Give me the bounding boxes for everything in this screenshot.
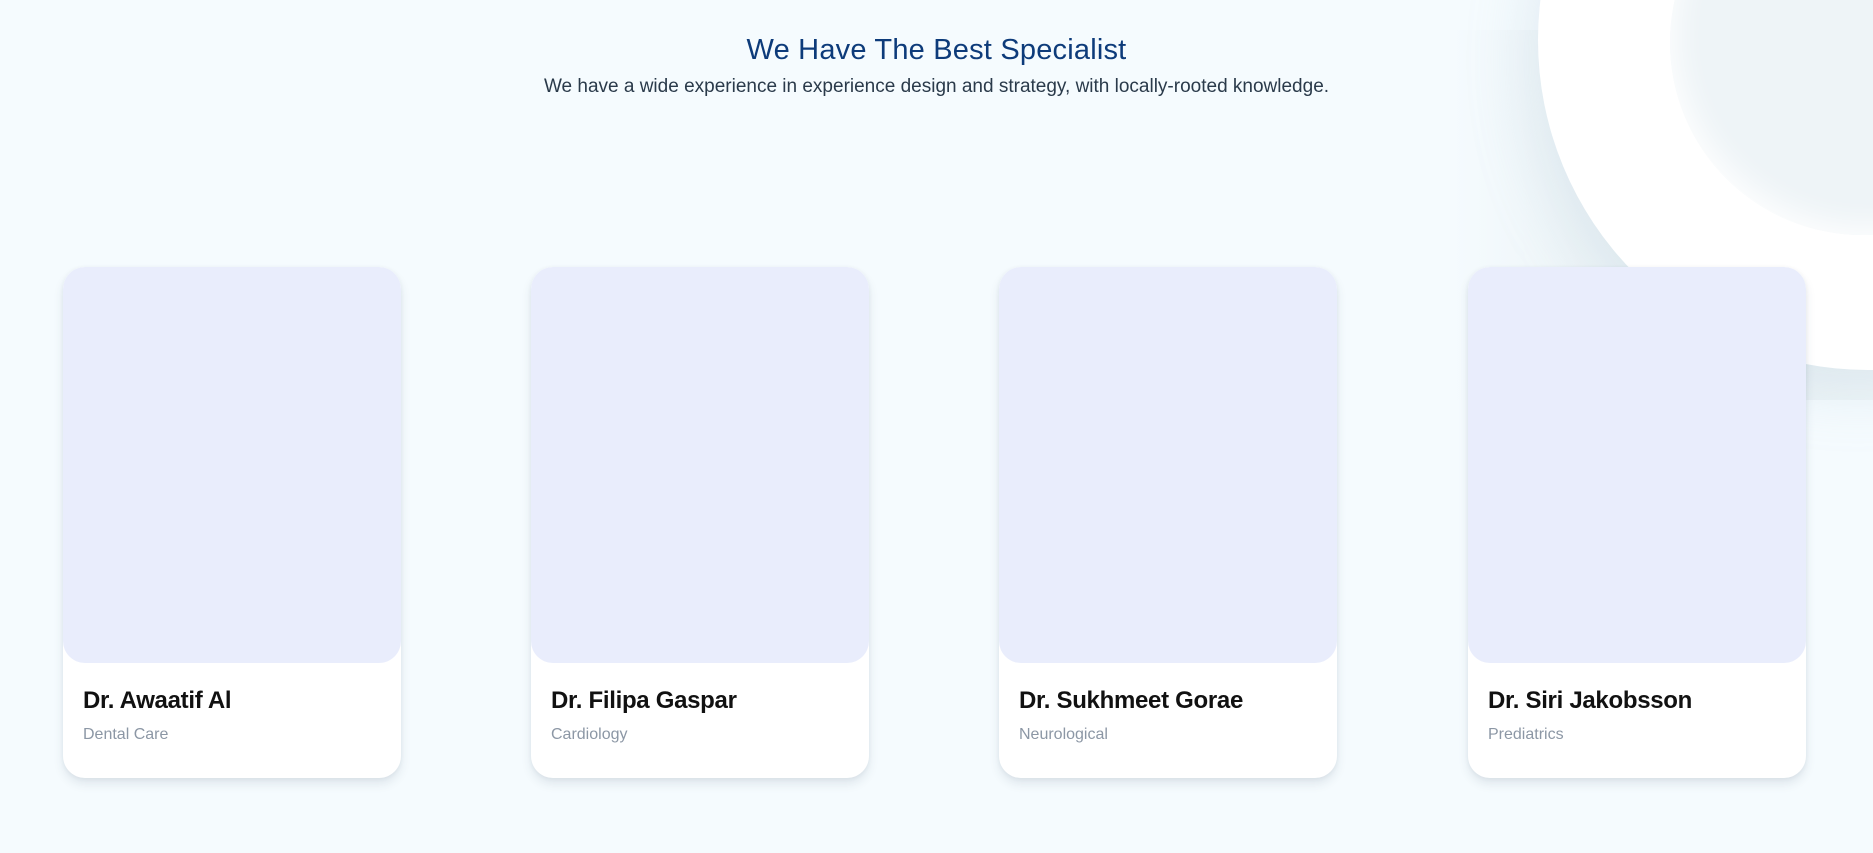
doctor-photo: [531, 267, 869, 663]
doctor-card[interactable]: Dr. Awaatif Al Dental Care: [63, 267, 401, 778]
doctor-specialty: Cardiology: [551, 726, 628, 743]
section-title: We Have The Best Specialist: [746, 34, 1127, 66]
doctor-specialty: Dental Care: [83, 726, 169, 743]
section-header: We Have The Best Specialist We have a wi…: [0, 28, 1873, 101]
doctor-name: Dr. Siri Jakobsson: [1488, 687, 1693, 714]
doctor-card[interactable]: Dr. Filipa Gaspar Cardiology: [531, 267, 869, 778]
doctor-card[interactable]: Dr. Siri Jakobsson Prediatrics: [1468, 267, 1806, 778]
doctor-photo: [1468, 267, 1806, 663]
doctor-card[interactable]: Dr. Sukhmeet Gorae Neurological: [999, 267, 1337, 778]
doctor-name: Dr. Awaatif Al: [83, 687, 232, 714]
doctor-photo: [63, 267, 401, 663]
doctor-name: Dr. Filipa Gaspar: [551, 687, 737, 714]
doctor-specialty: Prediatrics: [1488, 726, 1564, 743]
section-subtitle: We have a wide experience in experience …: [543, 76, 1330, 97]
doctor-specialty: Neurological: [1019, 726, 1108, 743]
doctor-photo: [999, 267, 1337, 663]
doctor-name: Dr. Sukhmeet Gorae: [1019, 687, 1244, 714]
